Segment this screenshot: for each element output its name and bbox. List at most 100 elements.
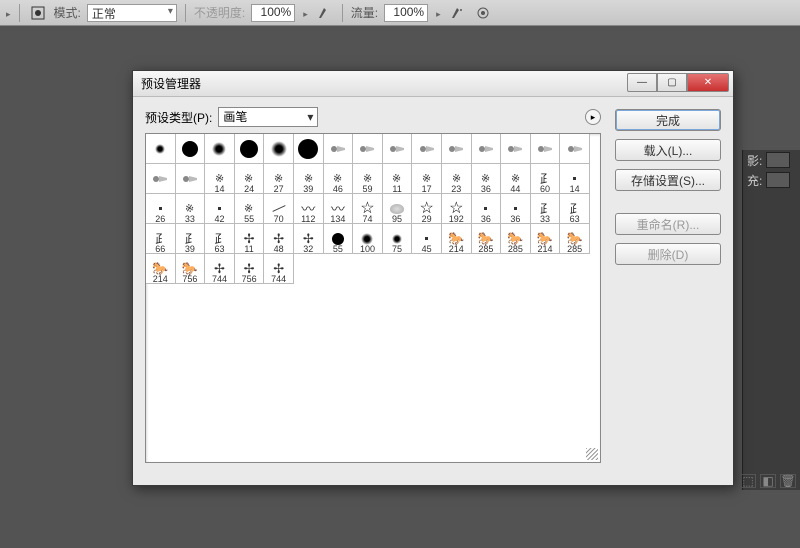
brush-preset[interactable]: ✢48	[264, 224, 294, 254]
brush-preset[interactable]	[412, 134, 442, 164]
rename-button[interactable]: 重命名(R)...	[615, 213, 721, 235]
brush-preset[interactable]	[146, 164, 176, 194]
brush-preset[interactable]: ※24	[235, 164, 265, 194]
brush-preset[interactable]: 45	[412, 224, 442, 254]
preset-type-select[interactable]: 画笔	[218, 107, 318, 127]
brush-preset[interactable]: ※11	[383, 164, 413, 194]
panel-bottom-icons: ⬚ ◧ 🗑	[740, 474, 796, 488]
close-button[interactable]: ✕	[687, 73, 729, 92]
tool-preset-arrow[interactable]	[4, 6, 11, 20]
brush-preset[interactable]	[264, 134, 294, 164]
brush-preset[interactable]: 42	[205, 194, 235, 224]
size-pressure-icon[interactable]	[473, 3, 493, 23]
opacity-pressure-icon[interactable]	[314, 3, 334, 23]
flow-arrow[interactable]	[434, 6, 441, 20]
mode-label: 模式:	[54, 4, 81, 21]
brush-preset[interactable]: 36	[501, 194, 531, 224]
brush-preset[interactable]: 26	[146, 194, 176, 224]
brush-preset[interactable]	[235, 134, 265, 164]
mode-select[interactable]: 正常	[87, 4, 177, 22]
brush-preset[interactable]: ※17	[412, 164, 442, 194]
brush-preset[interactable]	[176, 134, 206, 164]
brush-settings-icon[interactable]	[28, 3, 48, 23]
brush-preset[interactable]: ✢756	[235, 254, 265, 284]
done-button[interactable]: 完成	[615, 109, 721, 131]
brush-preset[interactable]	[442, 134, 472, 164]
resize-grip-icon[interactable]	[586, 448, 598, 460]
brush-preset[interactable]: ⺪33	[531, 194, 561, 224]
brush-preset[interactable]: 🐎756	[176, 254, 206, 284]
brush-preset[interactable]: 〰112	[294, 194, 324, 224]
brush-preset[interactable]: 70	[264, 194, 294, 224]
delete-button[interactable]: 删除(D)	[615, 243, 721, 265]
brush-preset[interactable]	[472, 134, 502, 164]
airbrush-icon[interactable]	[447, 3, 467, 23]
brush-preset[interactable]: 🐎214	[146, 254, 176, 284]
brush-preset[interactable]: 🐎214	[531, 224, 561, 254]
brush-preset[interactable]: 🐎285	[501, 224, 531, 254]
options-toolbar: 模式: 正常 不透明度: 100% 流量: 100%	[0, 0, 800, 26]
brush-preset[interactable]: ※39	[294, 164, 324, 194]
brush-preset[interactable]	[205, 134, 235, 164]
opacity-arrow[interactable]	[301, 6, 308, 20]
brush-preset[interactable]	[501, 134, 531, 164]
brush-preset[interactable]: ⺪60	[531, 164, 561, 194]
brush-preset[interactable]: ※46	[324, 164, 354, 194]
maximize-button[interactable]: ▢	[657, 73, 687, 92]
brush-preset[interactable]: 55	[324, 224, 354, 254]
brush-preset[interactable]	[176, 164, 206, 194]
brush-preset[interactable]	[560, 134, 590, 164]
panel-row-shadow: 影:	[743, 150, 800, 170]
dialog-titlebar[interactable]: 预设管理器 — ▢ ✕	[133, 71, 733, 97]
panel-input-2[interactable]	[766, 172, 790, 188]
brush-preset[interactable]: 75	[383, 224, 413, 254]
opacity-input[interactable]: 100%	[251, 4, 295, 22]
brush-preset[interactable]: 100	[353, 224, 383, 254]
brush-preset[interactable]: 36	[472, 194, 502, 224]
brush-preset[interactable]: ※36	[472, 164, 502, 194]
brush-preset[interactable]: ✢744	[205, 254, 235, 284]
dialog-title-text: 预设管理器	[141, 75, 201, 92]
panel-icon-1[interactable]: ⬚	[740, 474, 756, 488]
brush-preset[interactable]: ※23	[442, 164, 472, 194]
brush-preset[interactable]	[294, 134, 324, 164]
flow-input[interactable]: 100%	[384, 4, 428, 22]
brush-preset[interactable]: ※27	[264, 164, 294, 194]
brush-preset[interactable]: ※59	[353, 164, 383, 194]
brush-preset[interactable]: ※14	[205, 164, 235, 194]
panel-icon-3[interactable]: 🗑	[780, 474, 796, 488]
preset-manager-dialog: 预设管理器 — ▢ ✕ 预设类型(P): 画笔 ▸ ※14※24※27※39※4…	[132, 70, 734, 486]
brush-preset[interactable]	[146, 134, 176, 164]
brush-preset[interactable]: 14	[560, 164, 590, 194]
side-panel: 影: 充: ⬚ ◧ 🗑	[742, 150, 800, 490]
brush-preset[interactable]: 95	[383, 194, 413, 224]
load-button[interactable]: 载入(L)...	[615, 139, 721, 161]
brush-preset[interactable]: ※55	[235, 194, 265, 224]
brush-preset[interactable]	[531, 134, 561, 164]
brush-preset[interactable]: 〰134	[324, 194, 354, 224]
save-set-button[interactable]: 存储设置(S)...	[615, 169, 721, 191]
brush-preset[interactable]: ⺪63	[560, 194, 590, 224]
brush-preset[interactable]: ⺪66	[146, 224, 176, 254]
brush-preset[interactable]: 🐎214	[442, 224, 472, 254]
brush-preset[interactable]: ☆74	[353, 194, 383, 224]
brush-preset[interactable]: ☆192	[442, 194, 472, 224]
brush-preset[interactable]: ※44	[501, 164, 531, 194]
brush-preset[interactable]: ⺪39	[176, 224, 206, 254]
brush-preset[interactable]: ※33	[176, 194, 206, 224]
opacity-label: 不透明度:	[194, 4, 245, 21]
brush-preset[interactable]: 🐎285	[560, 224, 590, 254]
flyout-menu-icon[interactable]: ▸	[585, 109, 601, 125]
panel-input-1[interactable]	[766, 152, 790, 168]
brush-preset[interactable]	[383, 134, 413, 164]
brush-preset[interactable]	[324, 134, 354, 164]
brush-preset[interactable]: 🐎285	[472, 224, 502, 254]
brush-preset[interactable]: ⺪63	[205, 224, 235, 254]
brush-preset[interactable]: ☆29	[412, 194, 442, 224]
minimize-button[interactable]: —	[627, 73, 657, 92]
brush-preset[interactable]: ✢11	[235, 224, 265, 254]
brush-preset[interactable]: ✢32	[294, 224, 324, 254]
panel-icon-2[interactable]: ◧	[760, 474, 776, 488]
brush-preset[interactable]: ✢744	[264, 254, 294, 284]
brush-preset[interactable]	[353, 134, 383, 164]
